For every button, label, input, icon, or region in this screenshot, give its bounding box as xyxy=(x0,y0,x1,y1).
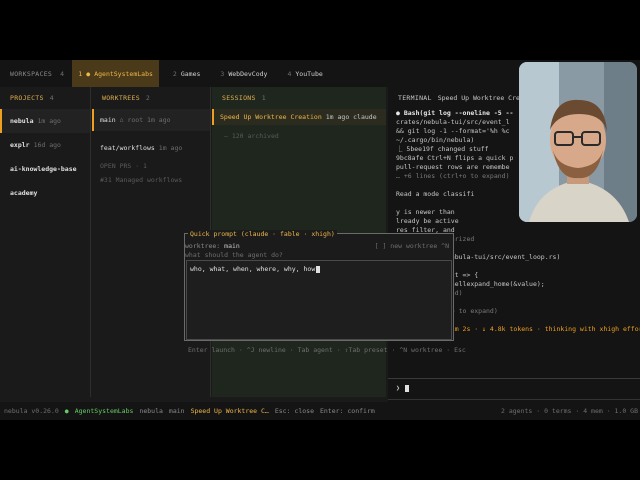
project-meta: 1m ago xyxy=(37,117,61,125)
worktrees-count: 2 xyxy=(145,94,150,102)
divider xyxy=(90,87,91,397)
webcam-overlay xyxy=(519,62,637,222)
workspace-tab-label: YouTube xyxy=(295,69,323,78)
sessions-header: SESSIONS 1 xyxy=(212,87,386,109)
workspace-tab-num: 3 xyxy=(220,69,225,78)
prompt-chevron-icon: ❯ xyxy=(396,384,400,392)
project-name: academy xyxy=(10,189,38,197)
workspace-tab-label: Games xyxy=(180,69,201,78)
status-project: nebula xyxy=(139,407,163,415)
workspace-tab-label: AgentSystemLabs xyxy=(94,69,153,78)
workspace-tab-num: 2 xyxy=(172,69,177,78)
quick-prompt-hints: Enter launch · ^J newline · Tab agent · … xyxy=(188,346,466,354)
esc-hint: Esc: close xyxy=(274,407,314,415)
open-prs-header: OPEN PRS · 1 xyxy=(100,162,147,170)
worktree-label: worktree: xyxy=(185,242,221,250)
app-version: nebula v0.26.0 xyxy=(4,407,59,415)
status-bar: nebula v0.26.0 ● AgentSystemLabs nebula … xyxy=(0,402,640,420)
terminal-title: TERMINAL xyxy=(398,94,432,102)
workspace-tab-num: 1 xyxy=(78,69,83,78)
session-meta: 1m ago claude xyxy=(325,113,377,121)
project-item-academy[interactable]: academy xyxy=(0,181,90,205)
terminal-subtitle: Speed Up Worktree Creati xyxy=(437,94,532,102)
worktree-selector[interactable]: worktree: main xyxy=(185,242,240,250)
worktrees-header: WORKTREES 2 xyxy=(92,87,210,109)
workspaces-label: WORKSPACES xyxy=(10,69,53,78)
workspace-tab-4[interactable]: 4 YouTube xyxy=(281,60,328,87)
presenter-image xyxy=(519,62,637,222)
archived-sessions[interactable]: — 120 archived xyxy=(212,129,386,143)
status-branch: main xyxy=(168,407,185,415)
projects-title: PROJECTS xyxy=(10,94,44,102)
project-name: ai-knowledge-base xyxy=(10,165,77,173)
terminal-prompt[interactable]: ❯ xyxy=(388,384,640,393)
workspace-tab-3[interactable]: 3 WebDevCody xyxy=(214,60,273,87)
terminal-cursor xyxy=(404,384,409,392)
worktree-value: main xyxy=(224,242,240,250)
quick-prompt-title: Quick prompt (claude · fable · xhigh) xyxy=(188,230,337,238)
worktree-name: main xyxy=(100,116,116,124)
session-item[interactable]: Speed Up Worktree Creation 1m ago claude xyxy=(212,109,386,125)
project-name: explr xyxy=(10,141,30,149)
project-item-nebula[interactable]: nebula 1m ago xyxy=(0,109,90,133)
text-cursor xyxy=(316,265,321,273)
worktree-name: feat/workflows xyxy=(100,144,155,152)
dot-icon: ● xyxy=(86,69,91,78)
sessions-count: 1 xyxy=(261,94,266,102)
status-stats: 2 agents · 0 terms · 4 mem · 1.0 GB xyxy=(501,407,638,415)
project-meta: 16d ago xyxy=(33,141,61,149)
status-workspace: AgentSystemLabs xyxy=(74,407,134,415)
status-session: Speed Up Worktree C… xyxy=(190,407,269,415)
workspace-tab-1[interactable]: 1 ● AgentSystemLabs xyxy=(72,60,159,87)
projects-count: 4 xyxy=(49,94,54,102)
pr-item[interactable]: #31 Managed workflows xyxy=(92,173,210,187)
enter-hint: Enter: confirm xyxy=(319,407,375,415)
dot-icon: ● xyxy=(64,407,69,415)
projects-panel: PROJECTS 4 nebula 1m ago explr 16d ago a… xyxy=(0,87,90,397)
worktree-item-main[interactable]: main ⌂ root 1m ago xyxy=(92,109,210,131)
quick-prompt-dialog: Quick prompt (claude · fable · xhigh) wo… xyxy=(184,230,454,341)
workspace-tab-label: WebDevCody xyxy=(228,69,268,78)
project-item-ai-knowledge-base[interactable]: ai-knowledge-base xyxy=(0,157,90,181)
worktrees-title: WORKTREES xyxy=(102,94,140,102)
workspace-tab-num: 4 xyxy=(287,69,292,78)
workspaces-count: 4 xyxy=(60,69,65,78)
quick-prompt-input[interactable]: who, what, when, where, why, how xyxy=(186,260,452,340)
project-name: nebula xyxy=(10,117,34,125)
quick-prompt-question: what should the agent do? xyxy=(185,251,283,259)
project-item-explr[interactable]: explr 16d ago xyxy=(0,133,90,157)
projects-header: PROJECTS 4 xyxy=(0,87,90,109)
worktree-meta: 1m ago xyxy=(158,144,183,152)
quick-prompt-input-text: who, what, when, where, why, how xyxy=(190,265,316,273)
session-name: Speed Up Worktree Creation xyxy=(220,113,322,121)
sessions-title: SESSIONS xyxy=(222,94,256,102)
worktree-meta: ⌂ root 1m ago xyxy=(119,116,171,124)
workspace-tab-2[interactable]: 2 Games xyxy=(167,60,207,87)
worktree-item-feat-workflows[interactable]: feat/workflows 1m ago xyxy=(92,137,210,159)
new-worktree-toggle[interactable]: [ ] new worktree ^N xyxy=(375,242,449,250)
